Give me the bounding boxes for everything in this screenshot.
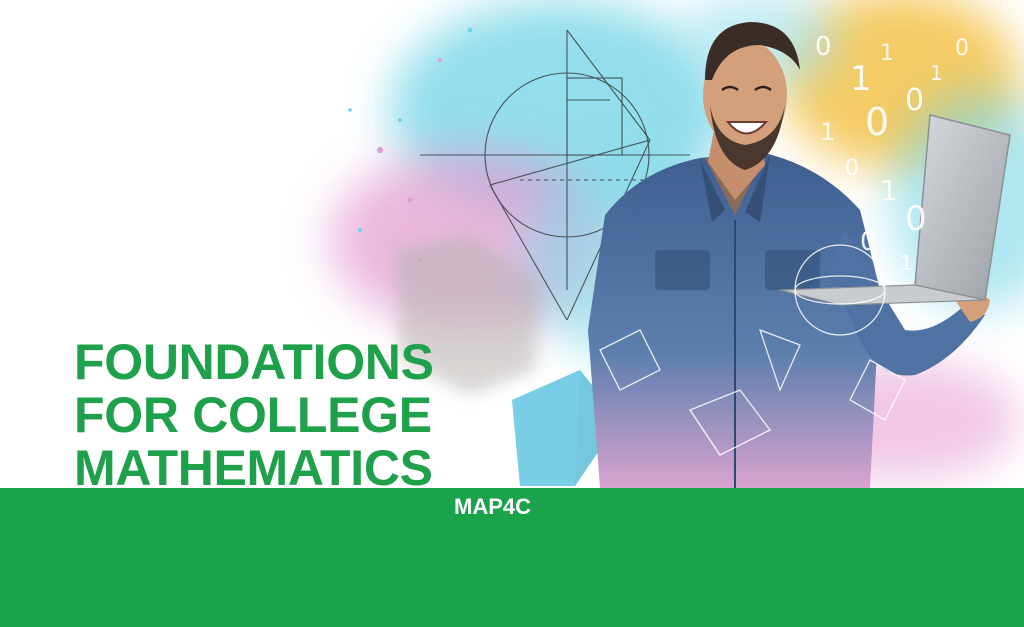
course-code: MAP4C [454, 494, 532, 519]
course-title: FOUNDATIONS FOR COLLEGE MATHEMATICS [74, 336, 434, 495]
course-banner: 0 1 1 0 0 1 1 0 1 0 0 1 0 FOUNDATIONS FO… [0, 0, 1024, 627]
svg-text:0: 0 [860, 227, 877, 257]
svg-text:0: 0 [865, 100, 889, 144]
svg-text:0: 0 [955, 36, 969, 61]
svg-text:1: 1 [820, 118, 835, 146]
course-title-line-1: FOUNDATIONS [74, 334, 434, 390]
svg-text:1: 1 [880, 174, 898, 207]
svg-text:1: 1 [880, 41, 894, 66]
svg-text:0: 0 [905, 83, 924, 118]
svg-text:1: 1 [900, 251, 913, 275]
svg-text:0: 0 [845, 156, 859, 181]
course-title-line-2: FOR COLLEGE [74, 387, 432, 443]
svg-text:0: 0 [815, 32, 832, 62]
svg-text:1: 1 [930, 61, 943, 85]
svg-text:1: 1 [850, 59, 872, 99]
svg-text:0: 0 [905, 199, 927, 239]
